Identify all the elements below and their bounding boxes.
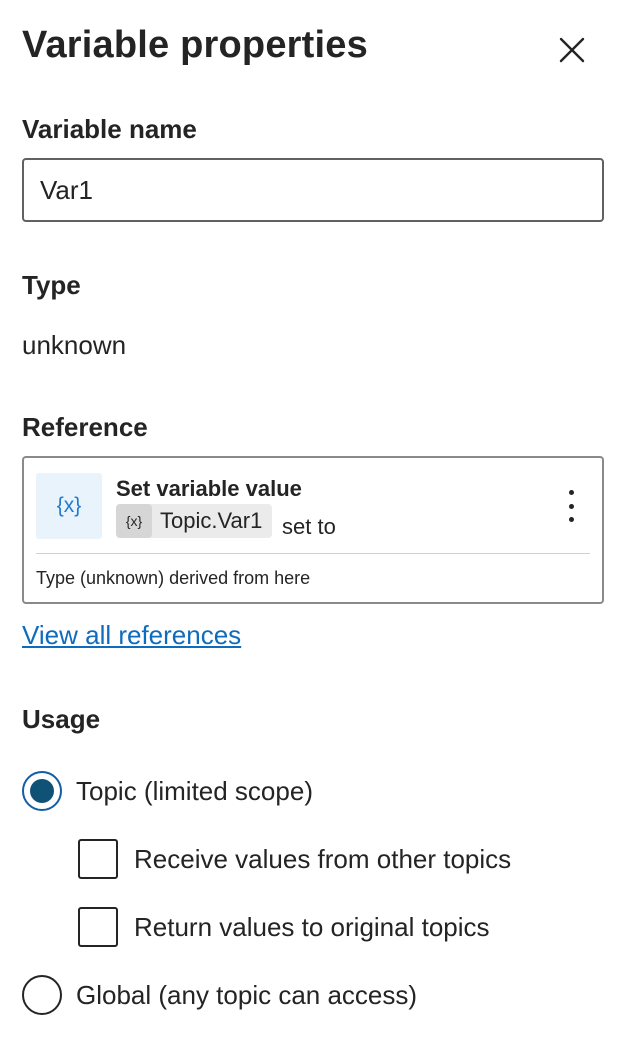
reference-footer: Type (unknown) derived from here — [36, 568, 311, 588]
variable-chip: {x} Topic.Var1 — [116, 504, 273, 538]
reference-divider — [36, 553, 590, 554]
usage-option-topic[interactable]: Topic (limited scope) — [22, 771, 313, 811]
reference-card[interactable]: {x} Set variable value {x} Topic.Var1 se… — [22, 456, 604, 604]
variable-name-input[interactable] — [22, 158, 604, 222]
usage-option-label: Topic (limited scope) — [76, 775, 313, 806]
checkbox-receive-values[interactable] — [78, 839, 118, 879]
more-options-button[interactable] — [558, 486, 584, 526]
type-value: unknown — [22, 330, 127, 360]
usage-option-global[interactable]: Global (any topic can access) — [22, 975, 417, 1015]
close-icon — [559, 37, 585, 63]
panel-title: Variable properties — [22, 24, 368, 66]
more-vertical-icon — [568, 490, 574, 495]
type-label: Type — [22, 270, 81, 300]
variable-chip-label: Topic.Var1 — [160, 508, 263, 533]
reference-suffix: set to — [282, 514, 336, 539]
usage-option-label: Return values to original topics — [134, 911, 490, 942]
close-button[interactable] — [552, 30, 592, 70]
usage-option-receive-values[interactable]: Receive values from other topics — [78, 839, 511, 879]
checkbox-return-values[interactable] — [78, 907, 118, 947]
radio-selected-dot — [30, 779, 54, 803]
view-all-references-link[interactable]: View all references — [22, 620, 241, 651]
usage-label: Usage — [22, 704, 101, 734]
more-vertical-icon — [568, 517, 574, 522]
reference-label: Reference — [22, 412, 148, 442]
reference-action-title: Set variable value — [116, 476, 302, 501]
variable-icon: {x} — [36, 473, 102, 539]
variable-name-label: Variable name — [22, 114, 197, 144]
more-vertical-icon — [568, 503, 574, 509]
usage-option-label: Receive values from other topics — [134, 843, 512, 874]
usage-option-return-values[interactable]: Return values to original topics — [78, 907, 490, 947]
radio-button-global[interactable] — [22, 975, 62, 1015]
variable-chip-icon: {x} — [116, 504, 152, 538]
usage-option-label: Global (any topic can access) — [76, 979, 418, 1010]
radio-button-topic[interactable] — [22, 771, 62, 811]
